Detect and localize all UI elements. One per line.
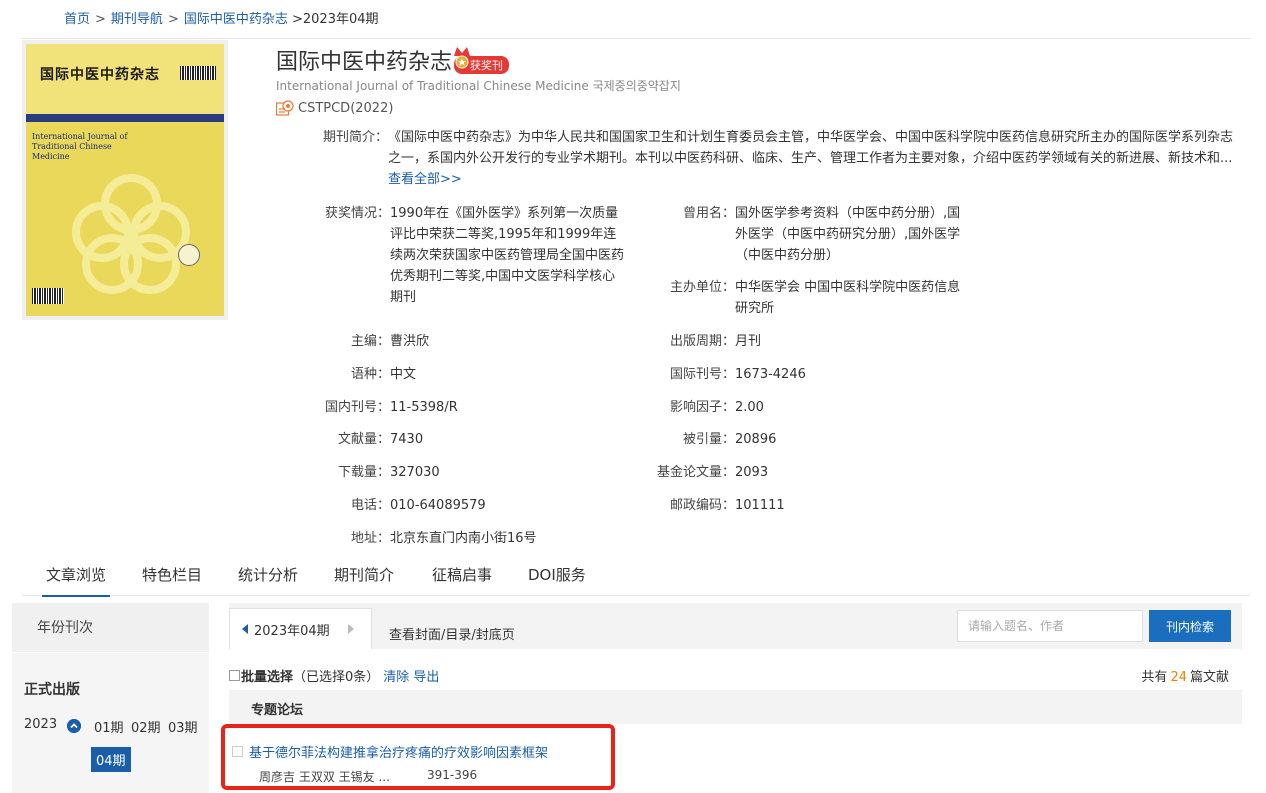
next-issue-icon[interactable] [348,624,354,634]
view-cover-link[interactable]: 查看封面/目录/封底页 [389,624,515,643]
sponsor-field: 主办单位： 中华医学会 中国中医科学院中医药信息研究所 [650,277,963,319]
search-input[interactable] [957,610,1143,642]
cn-field: 国内刊号： 11-5398/R [324,400,458,415]
journal-tabs: 文章浏览 特色栏目 统计分析 期刊简介 征稿启事 DOI服务 [22,564,1250,597]
intro-text: 《国际中医中药杂志》为中华人民共和国国家卫生和计划生育委员会主管，中华医学会、中… [388,130,1234,187]
sidebar-issue-04-active[interactable]: 04期 [91,747,131,772]
breadcrumb-journal-nav[interactable]: 期刊导航 [111,12,163,27]
cover-title: 国际中医中药杂志 [40,67,160,83]
breadcrumb-home[interactable]: 首页 [64,12,90,27]
tab-statistics[interactable]: 统计分析 [238,564,298,596]
award-badge: 获奖刊 [454,47,510,74]
frequency-field: 出版周期： 月刊 [669,334,762,349]
barcode-graphic [32,288,64,304]
section-title: 专题论坛 [251,703,304,718]
selected-count: （已选择0条） [293,670,380,685]
total-count: 共有 24 篇文献 [1141,670,1229,685]
index-tag: CSTPCD(2022) [276,100,393,116]
issn-field: 国际刊号： 1673-4246 [669,367,806,382]
download-count-field: 下载量： 327030 [337,465,440,480]
chevron-up-icon[interactable] [67,719,81,733]
former-name-value: 国外医学参考资料（中医中药分册）,国外医学（中医中药研究分册）,国外医学（中医中… [735,206,961,263]
breadcrumb: 首页 > 期刊导航 > 国际中医中药杂志 >2023年04期 [64,8,379,27]
doc-count-field: 文献量： 7430 [337,432,424,447]
cited-count-field: 被引量： 20896 [682,432,777,447]
section-header: 专题论坛 [229,690,1242,724]
clear-link[interactable]: 清除 [383,666,409,685]
breadcrumb-separator: > [167,12,179,27]
view-all-link[interactable]: 查看全部>> [388,172,462,187]
issue-label: 2023年04期 [254,624,330,639]
awards-field: 获奖情况： 1990年在《国外医学》系列第一次质量评比中荣获二等奖,1995年和… [313,203,624,308]
former-name-field: 曾用名： 国外医学参考资料（中医中药分册）,国外医学（中医中药研究分册）,国外医… [650,203,965,266]
tab-journal-intro[interactable]: 期刊简介 [334,564,394,596]
zip-field: 邮政编码： 101111 [669,498,785,513]
journal-intro: 期刊简介： 《国际中医中药杂志》为中华人民共和国国家卫生和计划生育委员会主管，中… [313,127,1243,190]
breadcrumb-current: >2023年04期 [292,12,379,27]
crown-icon [454,47,471,69]
intro-label: 期刊简介： [322,130,388,145]
editor-field: 主编： 曹洪欣 [350,334,430,349]
cover-english-title: International Journal of Traditional Chi… [32,132,128,161]
sponsor-value: 中华医学会 中国中医科学院中医药信息研究所 [735,280,961,316]
issue-sidebar: 年份刊次 正式出版 2023 01期 02期 03期 04期 [12,603,209,793]
barcode-graphic [180,66,216,80]
tab-featured-columns[interactable]: 特色栏目 [142,564,202,596]
tab-article-browse[interactable]: 文章浏览 [41,564,111,597]
journal-english-name: International Journal of Traditional Chi… [276,79,681,93]
fund-paper-field: 基金论文量： 2093 [656,465,769,480]
journal-title-row: 国际中医中药杂志 获奖刊 [276,44,510,76]
flower-graphic [72,174,190,294]
batch-select-bar: 批量选择 （已选择0条） 清除 导出 [229,666,439,685]
awards-value: 1990年在《国外医学》系列第一次质量评比中荣获二等奖,1995年和1999年连… [390,206,625,305]
highlight-box [221,724,615,790]
issue-panel-header: 2023年04期 查看封面/目录/封底页 刊内检索 [229,603,1242,649]
address-field: 地址： 北京东直门内南小街16号 [350,531,537,546]
emblem-graphic [178,244,200,266]
sidebar-issue-03[interactable]: 03期 [168,717,198,736]
index-badge-icon [276,100,294,116]
tab-call-for-papers[interactable]: 征稿启事 [432,564,492,596]
batch-select-label: 批量选择 [241,670,294,685]
search-in-journal-button[interactable]: 刊内检索 [1149,610,1231,642]
tab-doi-service[interactable]: DOI服务 [528,564,586,596]
breadcrumb-separator: > [95,12,106,27]
journal-cover: 国际中医中药杂志 International Journal of Tradit… [22,40,228,320]
divider [22,38,1250,39]
sidebar-year[interactable]: 2023 [24,717,57,732]
sidebar-issue-02[interactable]: 02期 [131,717,161,736]
prev-issue-icon[interactable] [242,624,248,634]
export-link[interactable]: 导出 [413,666,439,685]
issue-selector: 2023年04期 [229,608,372,649]
sidebar-issue-01[interactable]: 01期 [94,717,124,736]
impact-factor-field: 影响因子： 2.00 [669,400,764,415]
language-field: 语种： 中文 [350,367,417,382]
breadcrumb-journal[interactable]: 国际中医中药杂志 [184,12,288,27]
batch-select-checkbox[interactable] [229,670,240,681]
journal-title: 国际中医中药杂志 [276,50,453,75]
sidebar-header: 年份刊次 [12,603,209,653]
phone-field: 电话： 010-64089579 [350,498,486,513]
sidebar-published-label: 正式出版 [24,682,80,698]
